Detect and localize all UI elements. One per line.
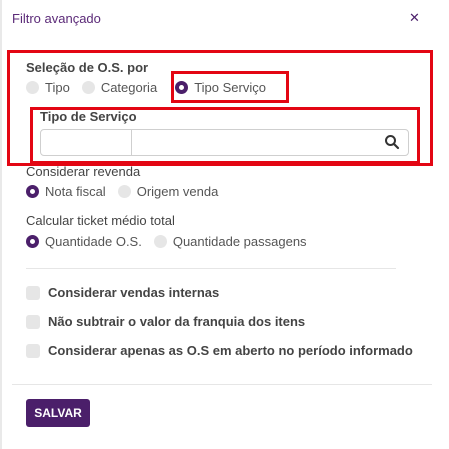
radio-dot [117,185,131,198]
panel-left-edge [0,0,2,449]
radio-categoria[interactable]: Categoria [81,80,158,95]
close-icon[interactable]: ✕ [409,10,420,26]
radio-label: Nota fiscal [45,184,106,199]
radio-tipo[interactable]: Tipo [26,80,70,95]
selecao-radio-group: Tipo Categoria Tipo Serviço [26,80,278,95]
checkbox-nao-subtrair-franquia[interactable]: Não subtrair o valor da franquia dos ite… [26,314,305,329]
radio-quantidade-passagens[interactable]: Quantidade passagens [153,234,307,249]
radio-dot [153,235,167,248]
radio-origem-venda[interactable]: Origem venda [117,184,219,199]
radio-label: Quantidade O.S. [45,234,142,249]
save-button[interactable]: SALVAR [26,399,90,427]
radio-label: Categoria [100,80,158,95]
tipo-servico-label: Tipo de Serviço [40,109,137,124]
radio-label: Quantidade passagens [172,234,307,249]
panel-title: Filtro avançado [12,11,101,26]
checkbox-os-em-aberto[interactable]: Considerar apenas as O.S em aberto no pe… [26,343,413,358]
revenda-radio-group: Nota fiscal Origem venda [26,184,230,199]
radio-nota-fiscal[interactable]: Nota fiscal [26,184,106,199]
tipo-servico-lookup[interactable] [40,129,409,156]
radio-label: Tipo Serviço [194,80,266,95]
checkbox-label: Não subtrair o valor da franquia dos ite… [48,314,306,329]
checkbox-vendas-internas[interactable]: Considerar vendas internas [26,285,219,300]
radio-dot [81,81,95,94]
radio-label: Tipo [45,80,70,95]
checkbox-label: Considerar apenas as O.S em aberto no pe… [48,343,413,358]
radio-dot-selected [26,185,39,198]
checkbox-box[interactable] [26,285,40,300]
selecao-label: Seleção de O.S. por [26,60,149,75]
footer-divider [12,384,432,385]
ticket-label: Calcular ticket médio total [26,213,175,228]
radio-dot [26,81,39,94]
radio-tipo-servico[interactable]: Tipo Serviço [175,80,266,95]
radio-label: Origem venda [136,184,219,199]
revenda-label: Considerar revenda [26,164,141,179]
ticket-radio-group: Quantidade O.S. Quantidade passagens [26,234,319,249]
radio-dot-selected [175,81,189,94]
lookup-divider [131,130,132,155]
divider [26,268,396,269]
radio-quantidade-os[interactable]: Quantidade O.S. [26,234,142,249]
checkbox-box[interactable] [26,343,40,358]
search-icon[interactable] [384,134,400,150]
checkbox-box[interactable] [26,314,40,329]
advanced-filter-panel: Filtro avançado ✕ Seleção de O.S. por Ti… [0,0,449,449]
radio-dot-selected [26,235,39,248]
checkbox-label: Considerar vendas internas [48,285,220,300]
